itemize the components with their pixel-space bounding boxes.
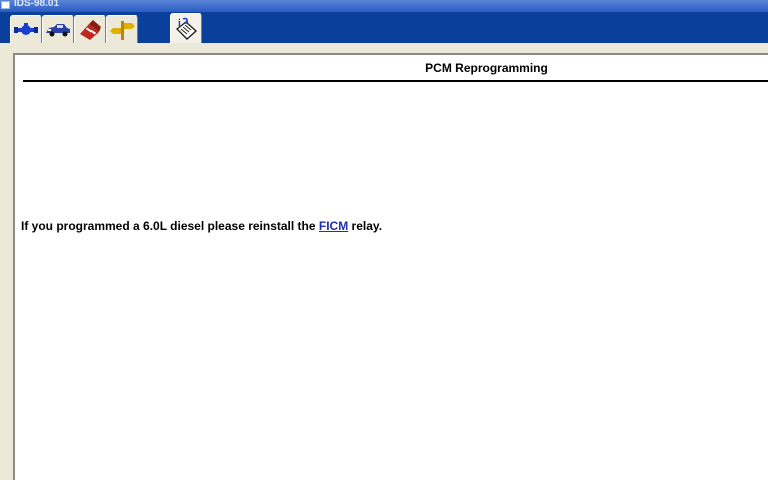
vehicle-icon — [46, 24, 70, 37]
main-panel: PCM Reprogramming If you programmed a 6.… — [13, 53, 768, 480]
connector-icon — [14, 23, 38, 35]
window-title: IDS-98.01 — [14, 0, 60, 9]
tab-connector[interactable] — [10, 15, 42, 44]
ficm-link[interactable]: FICM — [319, 219, 348, 233]
page-title: PCM Reprogramming — [425, 61, 548, 75]
message-text-before: If you programmed a 6.0L diesel please r… — [21, 219, 319, 233]
svg-text:i: i — [178, 18, 181, 29]
info-checklist-icon: i — [175, 17, 198, 40]
tab-info-checklist[interactable]: i — [170, 13, 202, 44]
tab-toolbox[interactable] — [74, 15, 106, 44]
directions-icon — [110, 21, 135, 40]
title-divider — [23, 80, 768, 82]
toolbox-icon — [80, 20, 101, 40]
tab-directions[interactable] — [106, 15, 138, 44]
window-titlebar: IDS-98.01 — [0, 0, 768, 12]
content-area: PCM Reprogramming If you programmed a 6.… — [0, 43, 768, 480]
toolbar: i — [0, 12, 768, 44]
tab-vehicle[interactable] — [42, 15, 74, 44]
message-text-after: relay. — [348, 219, 383, 233]
instruction-message: If you programmed a 6.0L diesel please r… — [21, 219, 382, 233]
app-icon — [1, 1, 10, 9]
